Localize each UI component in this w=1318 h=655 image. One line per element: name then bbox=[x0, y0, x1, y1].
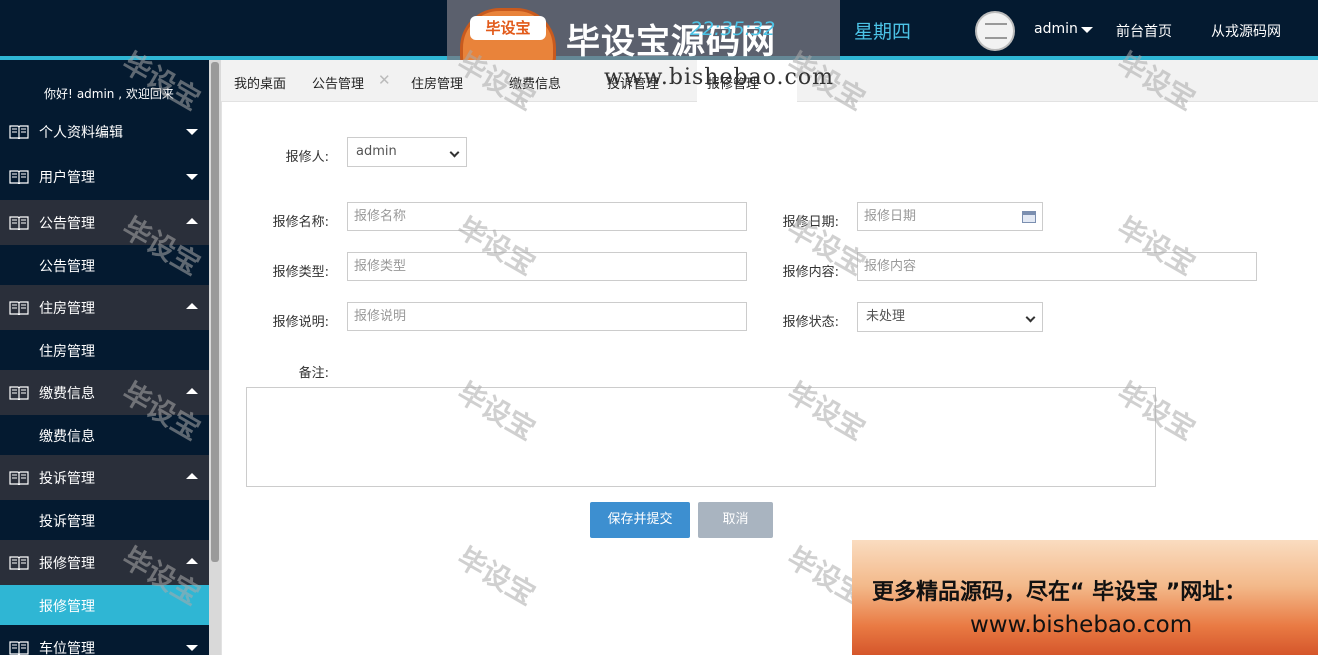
user-menu[interactable]: admin bbox=[1034, 21, 1078, 37]
chevron-up-icon bbox=[186, 218, 198, 224]
book-icon bbox=[9, 125, 29, 139]
book-icon bbox=[9, 556, 29, 570]
repair-desc-input[interactable]: 报修说明 bbox=[347, 302, 747, 331]
sidebar-item-label: 住房管理 bbox=[39, 301, 95, 317]
logo-tag: 毕设宝 bbox=[470, 16, 546, 40]
reporter-label: 报修人: bbox=[285, 150, 329, 165]
tab-notices[interactable]: 公告管理 bbox=[312, 73, 364, 92]
repair-status-select[interactable]: 未处理 bbox=[857, 302, 1043, 332]
sidebar-item-housing[interactable]: 住房管理 bbox=[0, 285, 209, 330]
sidebar-item-profile[interactable]: 个人资料编辑 bbox=[0, 109, 209, 154]
chevron-down-icon bbox=[186, 174, 198, 180]
book-icon bbox=[9, 170, 29, 184]
promo-banner-url: www.bishebao.com bbox=[970, 612, 1193, 638]
logo-url: www.bishebao.com bbox=[604, 65, 834, 90]
sidebar-subitem-label: 报修管理 bbox=[39, 599, 95, 615]
repair-content-input[interactable]: 报修内容 bbox=[857, 252, 1257, 281]
save-submit-button[interactable]: 保存并提交 bbox=[590, 502, 690, 538]
tab-payments[interactable]: 缴费信息 bbox=[509, 73, 561, 92]
avatar[interactable] bbox=[975, 11, 1015, 51]
greeting: 你好! admin , 欢迎回来 bbox=[44, 85, 178, 102]
greeting-hello: 你好! bbox=[44, 87, 73, 101]
tab-desktop[interactable]: 我的桌面 bbox=[234, 73, 286, 92]
sidebar-item-label: 个人资料编辑 bbox=[39, 125, 123, 141]
sidebar-subitem-payments[interactable]: 缴费信息 bbox=[0, 415, 209, 455]
sidebar-subitem-label: 公告管理 bbox=[39, 259, 95, 275]
repair-desc-label: 报修说明: bbox=[272, 315, 329, 330]
chevron-down-icon bbox=[449, 147, 460, 158]
repair-content-label: 报修内容: bbox=[782, 265, 839, 280]
sidebar-item-repairs[interactable]: 报修管理 bbox=[0, 540, 209, 585]
reporter-select[interactable]: admin bbox=[347, 137, 467, 167]
chevron-up-icon bbox=[186, 303, 198, 309]
sidebar-subitem-repairs[interactable]: 报修管理 bbox=[0, 585, 209, 625]
repair-status-label: 报修状态: bbox=[782, 315, 839, 330]
promo-banner[interactable]: 更多精品源码，尽在“ 毕设宝 ”网址： www.bishebao.com bbox=[852, 540, 1318, 655]
greeting-user: admin , 欢迎回来 bbox=[76, 87, 174, 101]
scrollbar-thumb[interactable] bbox=[211, 62, 219, 562]
repair-name-input[interactable]: 报修名称 bbox=[347, 202, 747, 231]
repair-date-placeholder: 报修日期 bbox=[864, 209, 917, 224]
chevron-up-icon bbox=[186, 388, 198, 394]
calendar-icon[interactable] bbox=[1022, 211, 1036, 223]
sidebar-subitem-label: 投诉管理 bbox=[39, 514, 95, 530]
repair-name-label: 报修名称: bbox=[272, 215, 329, 230]
chevron-down-icon bbox=[186, 645, 198, 651]
chevron-up-icon bbox=[186, 473, 198, 479]
chevron-down-icon[interactable] bbox=[1081, 27, 1093, 33]
chevron-up-icon bbox=[186, 558, 198, 564]
sidebar-item-parking[interactable]: 车位管理 bbox=[0, 625, 209, 655]
sidebar-item-users[interactable]: 用户管理 bbox=[0, 154, 209, 199]
book-icon bbox=[9, 216, 29, 230]
reporter-select-value: admin bbox=[356, 144, 397, 159]
sidebar-scrollbar[interactable] bbox=[209, 60, 221, 655]
sidebar-subitem-label: 住房管理 bbox=[39, 344, 95, 360]
repair-type-label: 报修类型: bbox=[272, 265, 329, 280]
sidebar-item-complaints[interactable]: 投诉管理 bbox=[0, 455, 209, 500]
frontpage-link[interactable]: 前台首页 bbox=[1116, 21, 1172, 41]
sidebar-item-label: 用户管理 bbox=[39, 170, 95, 186]
sidebar-item-payments[interactable]: 缴费信息 bbox=[0, 370, 209, 415]
cancel-button[interactable]: 取消 bbox=[698, 502, 773, 538]
clock-weekday: 星期四 bbox=[854, 21, 912, 43]
sidebar-item-label: 报修管理 bbox=[39, 556, 95, 572]
sidebar-item-label: 缴费信息 bbox=[39, 386, 95, 402]
close-icon[interactable]: ✕ bbox=[378, 71, 391, 89]
promo-banner-headline: 更多精品源码，尽在“ 毕设宝 ”网址： bbox=[872, 580, 1247, 605]
remark-textarea[interactable] bbox=[246, 387, 1156, 487]
sidebar-item-label: 公告管理 bbox=[39, 216, 95, 232]
clock-time: 22:35:32 bbox=[690, 18, 776, 40]
sidebar-subitem-complaints[interactable]: 投诉管理 bbox=[0, 500, 209, 540]
sidebar-item-label: 投诉管理 bbox=[39, 471, 95, 487]
chevron-down-icon bbox=[186, 129, 198, 135]
tab-housing[interactable]: 住房管理 bbox=[411, 73, 463, 92]
sidebar-subitem-housing[interactable]: 住房管理 bbox=[0, 330, 209, 370]
source-site-link[interactable]: 从戎源码网 bbox=[1211, 21, 1281, 41]
book-icon bbox=[9, 386, 29, 400]
book-icon bbox=[9, 471, 29, 485]
remark-label: 备注: bbox=[298, 366, 329, 381]
sidebar-subitem-notices[interactable]: 公告管理 bbox=[0, 245, 209, 285]
avatar-image-icon bbox=[985, 23, 1007, 39]
sidebar-item-label: 车位管理 bbox=[39, 641, 95, 655]
sidebar: 你好! admin , 欢迎回来 个人资料编辑 用户管理 公告管理 公告管理 住房… bbox=[0, 60, 209, 655]
sidebar-subitem-label: 缴费信息 bbox=[39, 429, 95, 445]
chevron-down-icon bbox=[1025, 312, 1036, 323]
book-icon bbox=[9, 641, 29, 655]
book-icon bbox=[9, 301, 29, 315]
sidebar-item-notices[interactable]: 公告管理 bbox=[0, 200, 209, 245]
repair-status-value: 未处理 bbox=[866, 309, 906, 324]
repair-date-label: 报修日期: bbox=[782, 215, 839, 230]
repair-type-input[interactable]: 报修类型 bbox=[347, 252, 747, 281]
repair-date-input[interactable]: 报修日期 bbox=[857, 202, 1043, 231]
